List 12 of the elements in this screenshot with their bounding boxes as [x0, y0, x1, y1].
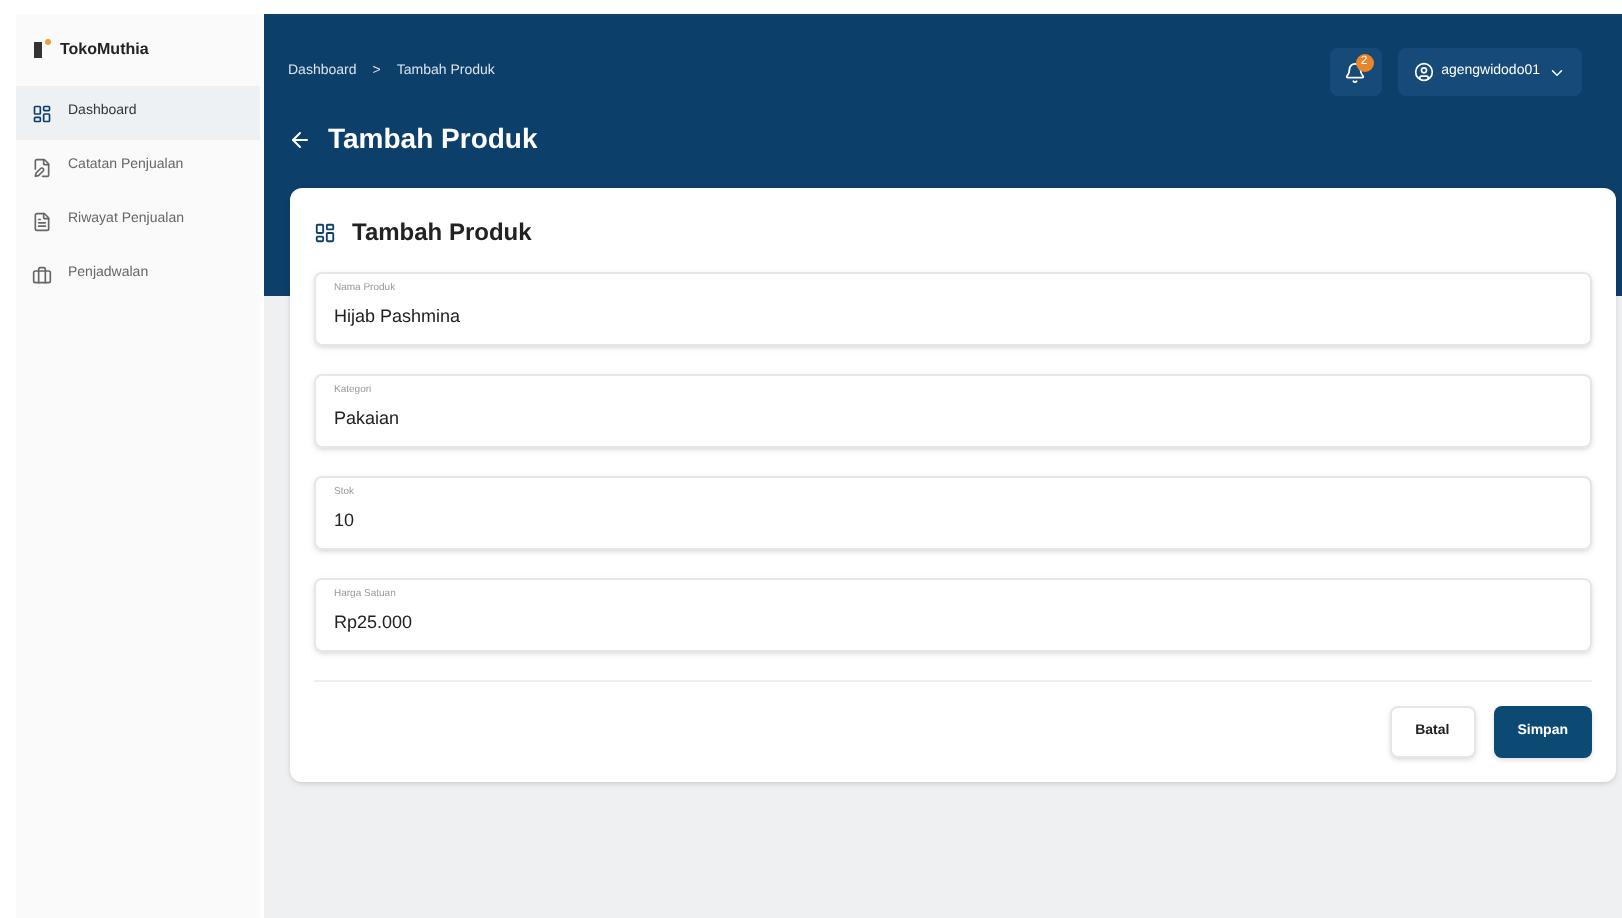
form-title-icon [314, 221, 336, 243]
form-title: Tambah Produk [352, 216, 532, 250]
briefcase-icon [32, 265, 52, 285]
back-arrow-icon[interactable] [288, 127, 312, 151]
user-avatar-icon [1413, 62, 1434, 82]
logo-icon [32, 38, 52, 62]
brand-name: TokoMuthia [60, 38, 149, 62]
edit-document-icon [32, 157, 52, 177]
page-title: Tambah Produk [328, 120, 538, 158]
dashboard-icon [32, 103, 52, 123]
bell-icon [1344, 61, 1367, 83]
document-icon [32, 211, 52, 231]
